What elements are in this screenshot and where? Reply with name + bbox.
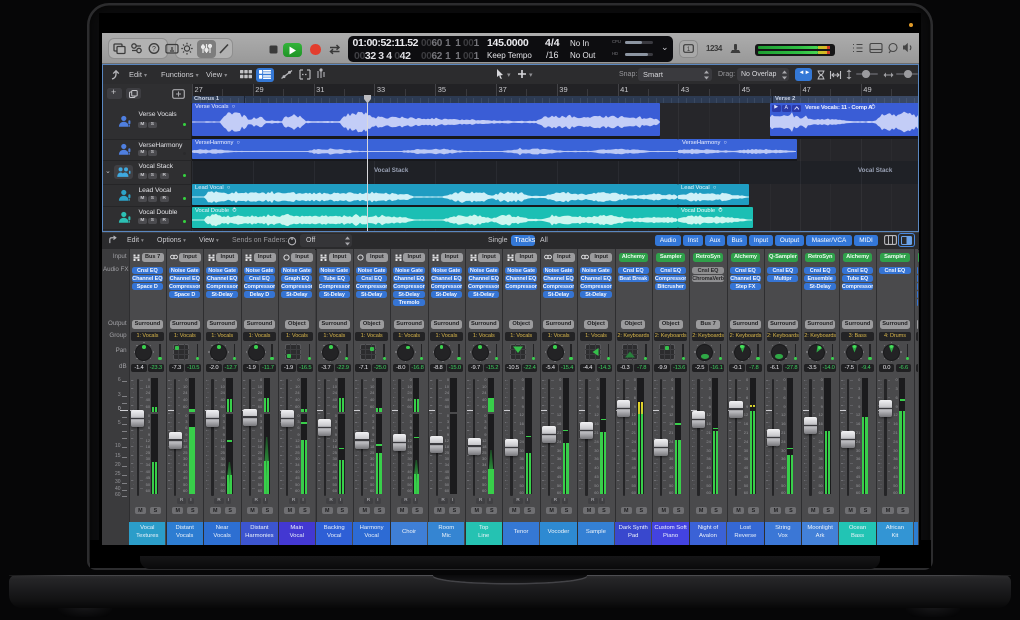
svg-text:?: ?: [152, 46, 156, 53]
